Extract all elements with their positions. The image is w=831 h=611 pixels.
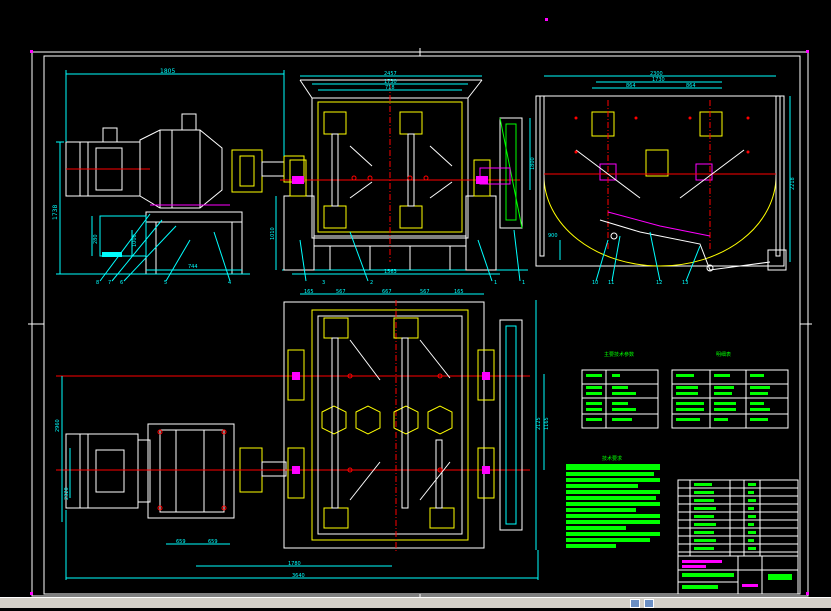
svg-text:13: 13 — [682, 280, 688, 286]
params-table-title: 主要技术参数 — [604, 351, 634, 358]
svg-text:4: 4 — [228, 280, 231, 286]
svg-text:10: 10 — [592, 280, 598, 286]
dim-side-height: 2218 — [790, 177, 796, 190]
notes-title: 技术要求 — [602, 455, 622, 462]
dim-base-span-front: 1563 — [384, 269, 397, 275]
svg-text:6: 6 — [120, 280, 123, 286]
mixer-front-view — [280, 79, 528, 271]
svg-text:2: 2 — [370, 280, 373, 286]
cad-canvas[interactable]: 1805 1738 280 1000 744 8 7 6 5 4 2457 17… — [0, 0, 831, 607]
callouts-side: 10 11 12 13 — [592, 280, 688, 286]
plan-view — [56, 300, 530, 552]
dim-left-base: 1000 — [132, 234, 138, 247]
dim-plan-bottom-b: 3640 — [292, 573, 305, 579]
dim-plan-bottom-a: 1780 — [288, 561, 301, 567]
svg-text:667: 667 — [382, 289, 392, 295]
dim-side-mid: 900 — [548, 233, 558, 239]
pick-marker-icon — [545, 18, 548, 21]
drive-elevation — [60, 113, 305, 275]
svg-text:1: 1 — [522, 280, 525, 286]
svg-text:3: 3 — [322, 280, 325, 286]
dim-plan-a: 659 — [176, 539, 186, 545]
dim-front-pitch: 718 — [385, 85, 395, 91]
svg-text:12: 12 — [656, 280, 662, 286]
plan-view-dims — [61, 293, 545, 580]
dim-plan-right: 1165 — [544, 417, 550, 430]
dim-plan-height: 2125 — [536, 417, 542, 430]
dim-side-pitch-b: 864 — [686, 83, 696, 89]
svg-text:11: 11 — [608, 280, 614, 286]
callouts-front: 3 2 1 1 — [322, 280, 525, 286]
dim-side-pitch-a: 864 — [626, 83, 636, 89]
status-bar — [0, 597, 831, 608]
drive-dimensions — [56, 70, 285, 282]
dim-plan-motor: 2320 — [64, 487, 70, 500]
svg-text:567: 567 — [336, 289, 346, 295]
svg-text:1: 1 — [494, 280, 497, 286]
parts-table-title: 明细表 — [716, 351, 731, 358]
mixer-side-dims — [544, 75, 791, 282]
dim-left-height: 1738 — [52, 205, 59, 220]
dim-front-sub: 1010 — [270, 227, 276, 240]
mixer-side-section — [535, 95, 787, 272]
dim-front-height: 1800 — [530, 157, 536, 170]
dim-plan-b: 659 — [208, 539, 218, 545]
dim-base-span-left: 744 — [188, 264, 198, 270]
svg-text:8: 8 — [96, 280, 99, 286]
dim-side-inner: 1730 — [652, 77, 665, 83]
sheet-border — [28, 18, 812, 600]
svg-text:165: 165 — [454, 289, 464, 295]
svg-text:5: 5 — [164, 280, 167, 286]
svg-text:567: 567 — [420, 289, 430, 295]
callouts-left: 8 7 6 5 4 — [96, 280, 231, 286]
technical-notes — [566, 464, 660, 548]
svg-text:7: 7 — [108, 280, 111, 286]
dim-front-overall: 2457 — [384, 71, 397, 77]
dim-plan-left: 2960 — [55, 419, 61, 432]
dim-left-sub: 280 — [93, 234, 99, 244]
dim-left-width: 1805 — [160, 68, 175, 75]
assembly-drawing: 1805 1738 280 1000 744 8 7 6 5 4 2457 17… — [28, 18, 812, 600]
svg-text:165: 165 — [304, 289, 314, 295]
